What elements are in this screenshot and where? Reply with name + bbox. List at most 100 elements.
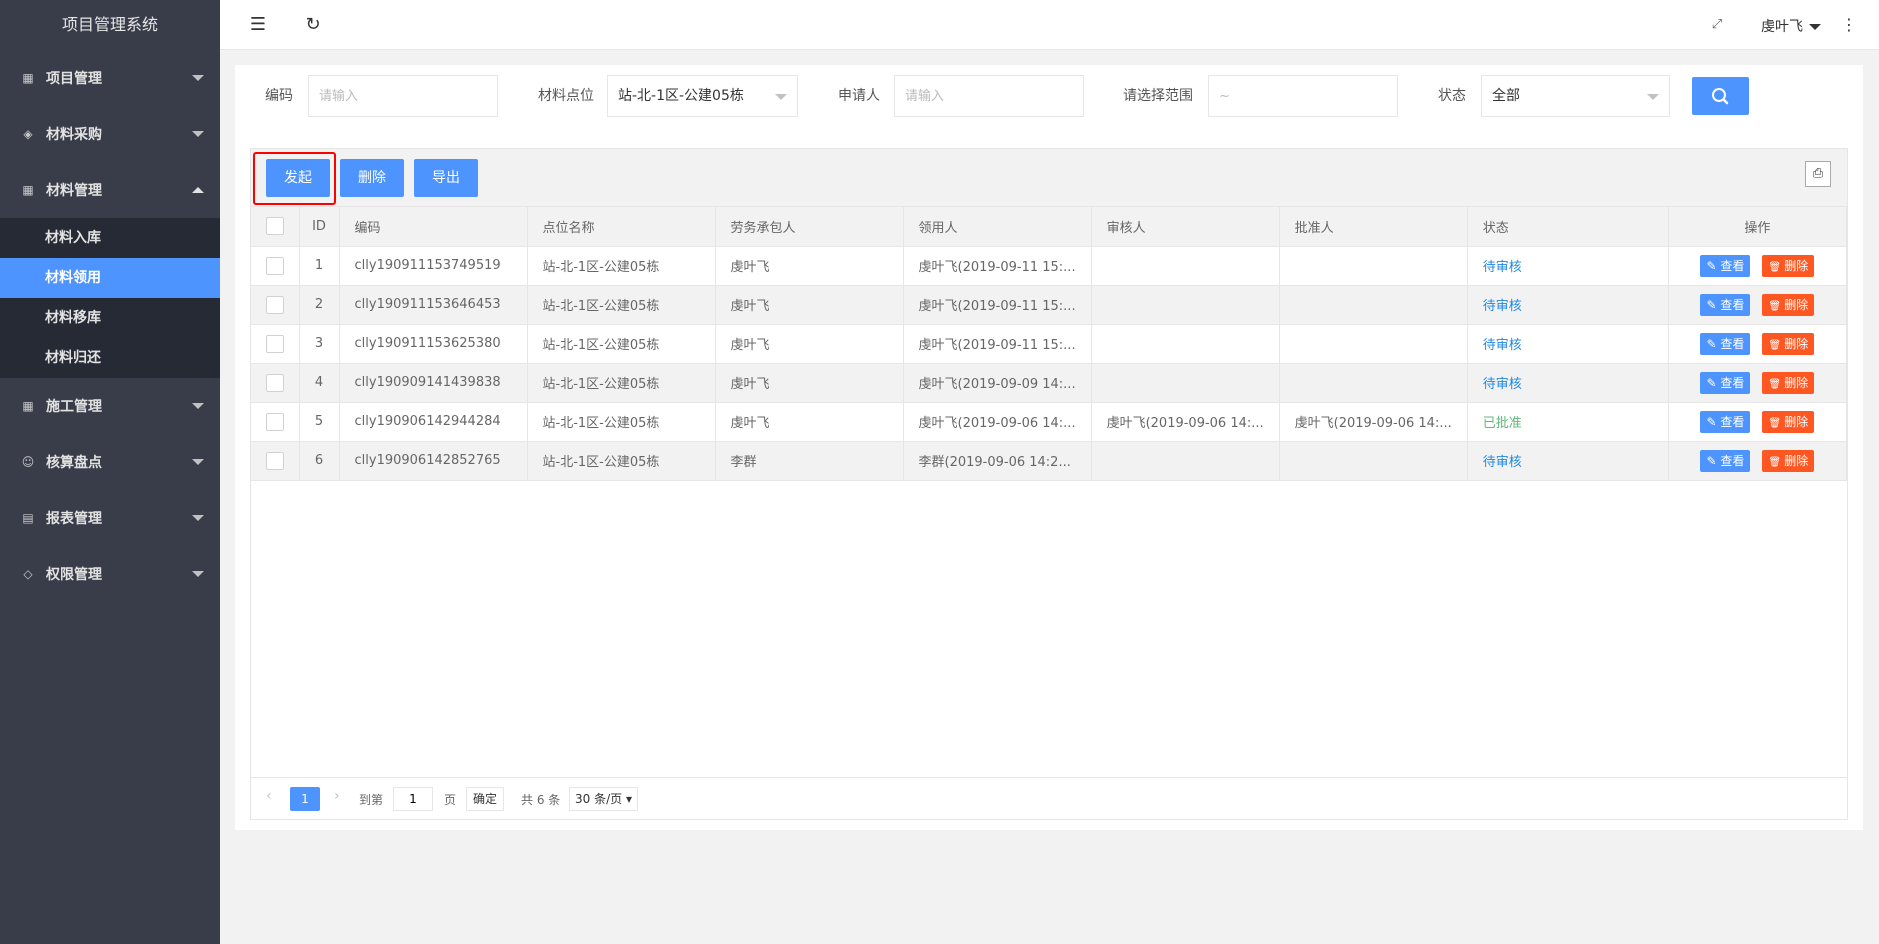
page-size-select[interactable]: 30 条/页 ▾ bbox=[569, 787, 638, 811]
delete-row-button[interactable]: 🗑 删除 bbox=[1762, 449, 1815, 472]
view-button[interactable]: ✎ 查看 bbox=[1700, 410, 1751, 433]
user-icon: ☺ bbox=[21, 455, 35, 469]
prev-page-icon[interactable]: ‹ bbox=[266, 788, 272, 804]
page-number-current[interactable]: 1 bbox=[290, 787, 320, 811]
menu-toggle-icon[interactable]: ☰ bbox=[248, 15, 268, 35]
sidebar-item-label: 项目管理 bbox=[46, 71, 102, 87]
goto-confirm-button[interactable]: 确定 bbox=[466, 787, 505, 811]
chevron-down-icon bbox=[192, 75, 204, 81]
start-button[interactable]: 发起 bbox=[266, 159, 330, 197]
sidebar-item-return[interactable]: 材料归还 bbox=[0, 338, 220, 378]
user-menu[interactable]: 虔叶飞 bbox=[1761, 16, 1821, 36]
status-badge: 待审核 bbox=[1467, 246, 1669, 286]
row-checkbox[interactable] bbox=[265, 451, 284, 470]
column-header-reviewer[interactable]: 审核人 bbox=[1091, 207, 1280, 247]
delete-button[interactable]: 删除 bbox=[340, 159, 404, 197]
range-input[interactable] bbox=[1208, 75, 1398, 117]
view-button[interactable]: ✎ 查看 bbox=[1700, 332, 1751, 355]
applicant-label: 申请人 bbox=[838, 88, 880, 104]
sidebar-item-material[interactable]: ▦ 材料管理 bbox=[0, 162, 220, 218]
view-button[interactable]: ✎ 查看 bbox=[1700, 293, 1751, 316]
table-row[interactable]: 5 clly190906142944284 站-北-1区-公建05栋 虔叶飞 虔叶飞(2… bbox=[251, 402, 1848, 442]
sidebar-item-reports[interactable]: ▤ 报表管理 bbox=[0, 490, 220, 546]
cell-actions: ✎ 查看 🗑 删除 bbox=[1668, 441, 1848, 481]
table-row[interactable]: 1 clly190911153749519 站-北-1区-公建05栋 虔叶飞 虔叶飞(2… bbox=[251, 246, 1848, 286]
table-body: 1 clly190911153749519 站-北-1区-公建05栋 虔叶飞 虔叶飞(2… bbox=[251, 246, 1848, 481]
column-header-status[interactable]: 状态 bbox=[1467, 207, 1669, 247]
sidebar-item-project[interactable]: ▦ 项目管理 bbox=[0, 50, 220, 106]
cell-actions: ✎ 查看 🗑 删除 bbox=[1668, 324, 1848, 364]
column-header-location[interactable]: 点位名称 bbox=[527, 207, 716, 247]
row-checkbox[interactable] bbox=[265, 256, 284, 275]
delete-row-button[interactable]: 🗑 删除 bbox=[1762, 293, 1815, 316]
delete-row-button[interactable]: 🗑 删除 bbox=[1762, 332, 1815, 355]
row-checkbox[interactable] bbox=[265, 373, 284, 392]
sidebar-item-requisition[interactable]: 材料领用 bbox=[0, 258, 220, 298]
fullscreen-icon[interactable]: ⤢ bbox=[1707, 15, 1727, 35]
delete-row-button[interactable]: 🗑 删除 bbox=[1762, 410, 1815, 433]
table-row[interactable]: 4 clly190909141439838 站-北-1区-公建05栋 虔叶飞 虔叶飞(2… bbox=[251, 363, 1848, 403]
select-all-checkbox[interactable] bbox=[265, 217, 284, 236]
column-header-approver[interactable]: 批准人 bbox=[1279, 207, 1468, 247]
cell-contractor: 虔叶飞 bbox=[715, 402, 904, 442]
cell-contractor: 虔叶飞 bbox=[715, 363, 904, 403]
cell-reviewer: 虔叶飞(2019-09-06 14:... bbox=[1091, 402, 1280, 442]
row-select-cell bbox=[251, 246, 300, 286]
status-select[interactable]: 全部 bbox=[1481, 75, 1670, 117]
row-checkbox[interactable] bbox=[265, 334, 284, 353]
view-button[interactable]: ✎ 查看 bbox=[1700, 254, 1751, 277]
more-icon[interactable]: ⋮ bbox=[1839, 15, 1859, 35]
table-row[interactable]: 3 clly190911153625380 站-北-1区-公建05栋 虔叶飞 虔叶飞(2… bbox=[251, 324, 1848, 364]
cell-reviewer bbox=[1091, 363, 1280, 403]
table-row[interactable]: 2 clly190911153646453 站-北-1区-公建05栋 虔叶飞 虔叶飞(2… bbox=[251, 285, 1848, 325]
cell-contractor: 虔叶飞 bbox=[715, 246, 904, 286]
status-badge: 已批准 bbox=[1467, 402, 1669, 442]
delete-row-button[interactable]: 🗑 删除 bbox=[1762, 254, 1815, 277]
applicant-input[interactable] bbox=[894, 75, 1084, 117]
row-checkbox[interactable] bbox=[265, 412, 284, 431]
sidebar-item-inbound[interactable]: 材料入库 bbox=[0, 218, 220, 258]
row-checkbox[interactable] bbox=[265, 295, 284, 314]
column-header-contractor[interactable]: 劳务承包人 bbox=[715, 207, 904, 247]
print-icon[interactable]: ⎙ bbox=[1805, 161, 1831, 187]
total-count: 共 6 条 bbox=[521, 793, 561, 807]
sidebar-item-label: 核算盘点 bbox=[46, 455, 102, 471]
sidebar-item-accounting[interactable]: ☺ 核算盘点 bbox=[0, 434, 220, 490]
table-row[interactable]: 6 clly190906142852765 站-北-1区-公建05栋 李群 李群(201… bbox=[251, 441, 1848, 481]
chevron-up-icon bbox=[192, 187, 204, 193]
refresh-icon[interactable]: ↻ bbox=[303, 15, 323, 35]
delete-row-button[interactable]: 🗑 删除 bbox=[1762, 371, 1815, 394]
column-header-code[interactable]: 编码 bbox=[339, 207, 528, 247]
search-button[interactable] bbox=[1692, 77, 1749, 115]
cell-location: 站-北-1区-公建05栋 bbox=[527, 246, 716, 286]
row-select-cell bbox=[251, 363, 300, 403]
cell-id: 6 bbox=[299, 441, 340, 481]
sidebar-item-transfer[interactable]: 材料移库 bbox=[0, 298, 220, 338]
grid-icon: ▦ bbox=[22, 71, 34, 85]
sidebar-item-purchase[interactable]: ◈ 材料采购 bbox=[0, 106, 220, 162]
cell-location: 站-北-1区-公建05栋 bbox=[527, 324, 716, 364]
next-page-icon[interactable]: › bbox=[334, 788, 340, 804]
cell-recipient: 虔叶飞(2019-09-11 15:... bbox=[903, 324, 1092, 364]
delete-button-label: 删除 bbox=[1784, 297, 1809, 312]
chevron-down-icon bbox=[192, 131, 204, 137]
cell-code: clly190906142944284 bbox=[339, 402, 528, 442]
column-header-id[interactable]: ID bbox=[299, 207, 340, 247]
export-button[interactable]: 导出 bbox=[414, 159, 478, 197]
view-button[interactable]: ✎ 查看 bbox=[1700, 449, 1751, 472]
view-button[interactable]: ✎ 查看 bbox=[1700, 371, 1751, 394]
cell-id: 1 bbox=[299, 246, 340, 286]
page-size-value: 30 条/页 bbox=[575, 792, 623, 806]
trash-icon: 🗑 bbox=[1768, 456, 1785, 468]
trash-icon: 🗑 bbox=[1768, 261, 1785, 273]
column-header-recipient[interactable]: 领用人 bbox=[903, 207, 1092, 247]
goto-page-input[interactable] bbox=[393, 787, 433, 811]
code-input[interactable] bbox=[308, 75, 498, 117]
sidebar-item-permissions[interactable]: ◇ 权限管理 bbox=[0, 546, 220, 602]
sidebar-item-construction[interactable]: ▦ 施工管理 bbox=[0, 378, 220, 434]
location-select[interactable]: 站-北-1区-公建05栋 bbox=[607, 75, 798, 117]
cell-approver: 虔叶飞(2019-09-06 14:... bbox=[1279, 402, 1468, 442]
shield-icon: ◇ bbox=[23, 567, 33, 581]
cell-reviewer bbox=[1091, 285, 1280, 325]
cell-approver bbox=[1279, 285, 1468, 325]
